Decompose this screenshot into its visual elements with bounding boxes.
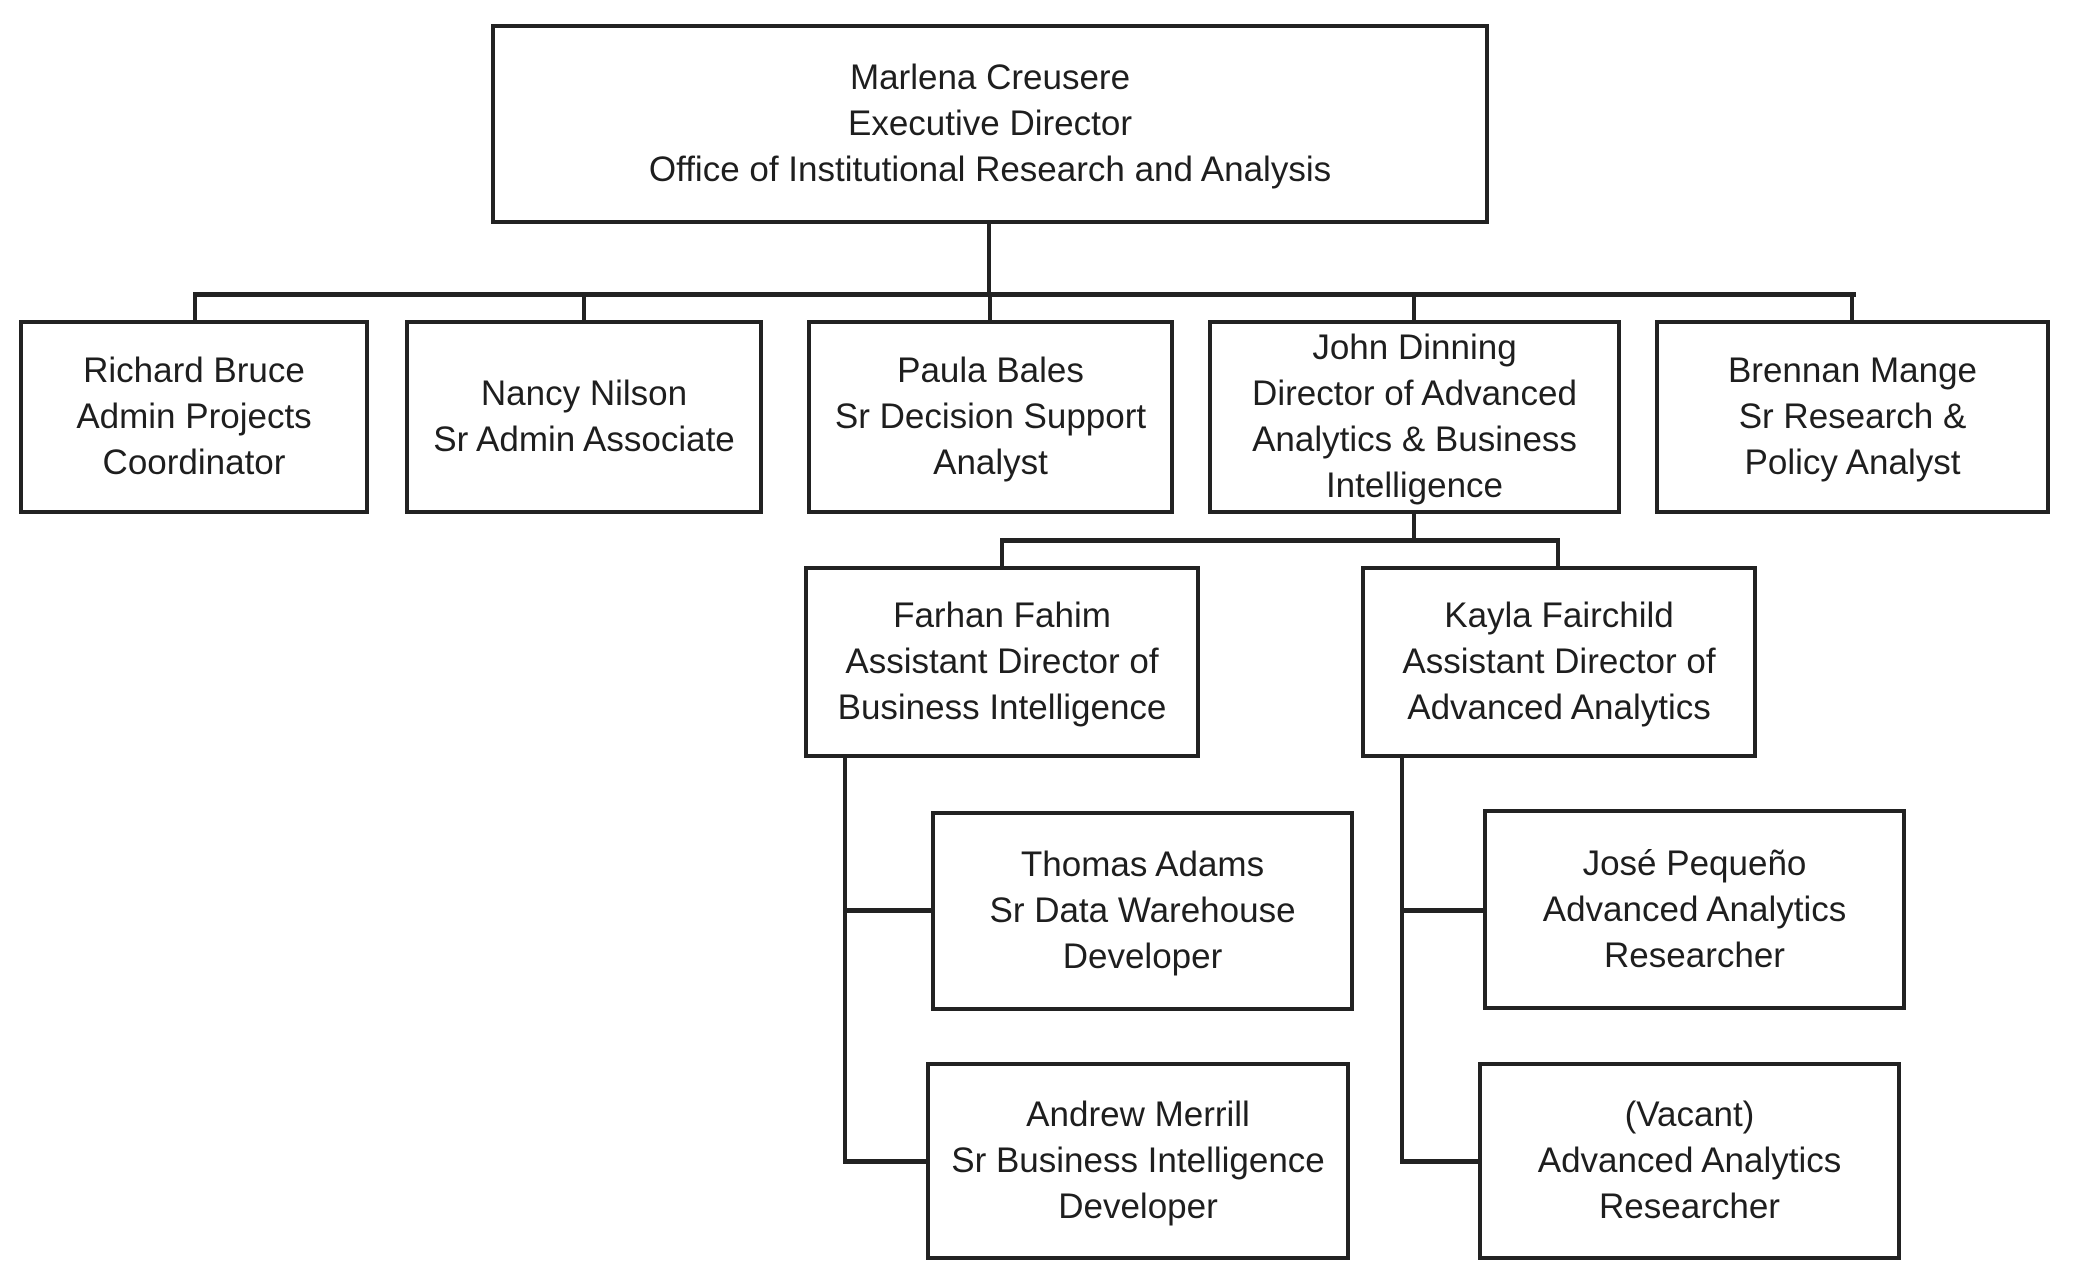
connector-andrew bbox=[843, 1159, 929, 1164]
node-name: Richard Bruce bbox=[83, 351, 305, 390]
node-title-line: Executive Director bbox=[848, 104, 1132, 143]
node-title-line: Sr Decision Support bbox=[834, 397, 1147, 436]
node-name: Thomas Adams bbox=[1020, 845, 1265, 884]
connector-richard bbox=[193, 292, 197, 322]
node-title-line: Policy Analyst bbox=[1744, 443, 1961, 482]
connector-vacant bbox=[1400, 1159, 1481, 1164]
node-kayla: Kayla Fairchild Assistant Director of Ad… bbox=[1361, 566, 1757, 758]
node-vacant: (Vacant) Advanced Analytics Researcher bbox=[1478, 1062, 1901, 1260]
node-name: José Pequeño bbox=[1582, 843, 1807, 883]
connector-farhan bbox=[1000, 538, 1004, 569]
node-name: Brennan Mange bbox=[1727, 351, 1978, 390]
node-name: Andrew Merrill bbox=[1026, 1095, 1250, 1134]
node-title-line: Advanced Analytics bbox=[1542, 889, 1847, 929]
node-title-line: Sr Data Warehouse bbox=[989, 891, 1296, 930]
connector-paula bbox=[988, 292, 992, 322]
node-title-line: Sr Research & bbox=[1738, 397, 1967, 436]
node-jose: José Pequeño Advanced Analytics Research… bbox=[1483, 809, 1906, 1010]
node-john: John Dinning Director of Advanced Analyt… bbox=[1208, 320, 1621, 514]
node-title-line: Analytics & Business bbox=[1252, 420, 1577, 459]
node-title-line: Advanced Analytics bbox=[1537, 1141, 1842, 1180]
node-title-line: Advanced Analytics bbox=[1407, 688, 1711, 727]
node-name: Nancy Nilson bbox=[480, 374, 688, 413]
connector-kayla-vertical bbox=[1400, 755, 1404, 1164]
connector-nancy bbox=[582, 292, 586, 322]
node-paula: Paula Bales Sr Decision Support Analyst bbox=[807, 320, 1174, 514]
node-andrew: Andrew Merrill Sr Business Intelligence … bbox=[926, 1062, 1350, 1260]
connector-kayla bbox=[1556, 538, 1560, 569]
node-title-line: Director of Advanced bbox=[1252, 374, 1577, 413]
node-name: Farhan Fahim bbox=[893, 596, 1111, 635]
node-name: Marlena Creusere bbox=[849, 58, 1131, 97]
node-name: (Vacant) bbox=[1624, 1095, 1755, 1134]
node-title-line: Office of Institutional Research and Ana… bbox=[648, 150, 1332, 189]
connector-farhan-vertical bbox=[843, 755, 847, 1164]
node-title-line: Assistant Director of bbox=[1402, 642, 1716, 681]
connector-exec-down bbox=[987, 222, 991, 296]
node-title-line: Researcher bbox=[1604, 935, 1785, 975]
org-chart: Marlena Creusere Executive Director Offi… bbox=[0, 0, 2076, 1288]
node-nancy: Nancy Nilson Sr Admin Associate bbox=[405, 320, 763, 514]
node-title-line: Sr Business Intelligence bbox=[951, 1141, 1325, 1180]
node-title-line: Developer bbox=[1058, 1187, 1218, 1226]
node-executive: Marlena Creusere Executive Director Offi… bbox=[491, 24, 1489, 224]
node-name: John Dinning bbox=[1312, 328, 1517, 367]
connector-level1-bar bbox=[193, 292, 1856, 297]
node-title-line: Sr Admin Associate bbox=[433, 420, 735, 459]
node-name: Paula Bales bbox=[897, 351, 1084, 390]
connector-level2-bar bbox=[1000, 538, 1560, 543]
node-title-line: Intelligence bbox=[1325, 466, 1504, 505]
node-brennan: Brennan Mange Sr Research & Policy Analy… bbox=[1655, 320, 2050, 514]
node-title-line: Business Intelligence bbox=[837, 688, 1167, 727]
node-name: Kayla Fairchild bbox=[1444, 596, 1674, 635]
node-title-line: Coordinator bbox=[102, 443, 286, 482]
node-title-line: Assistant Director of bbox=[845, 642, 1159, 681]
connector-jose bbox=[1400, 908, 1486, 913]
node-title-line: Admin Projects bbox=[76, 397, 312, 436]
node-richard: Richard Bruce Admin Projects Coordinator bbox=[19, 320, 369, 514]
connector-john bbox=[1412, 292, 1416, 322]
node-title-line: Researcher bbox=[1599, 1187, 1780, 1226]
connector-brennan bbox=[1850, 292, 1854, 322]
node-thomas: Thomas Adams Sr Data Warehouse Developer bbox=[931, 811, 1354, 1011]
node-title-line: Analyst bbox=[933, 443, 1048, 482]
connector-thomas bbox=[843, 908, 934, 913]
node-title-line: Developer bbox=[1062, 937, 1223, 976]
node-farhan: Farhan Fahim Assistant Director of Busin… bbox=[804, 566, 1200, 758]
